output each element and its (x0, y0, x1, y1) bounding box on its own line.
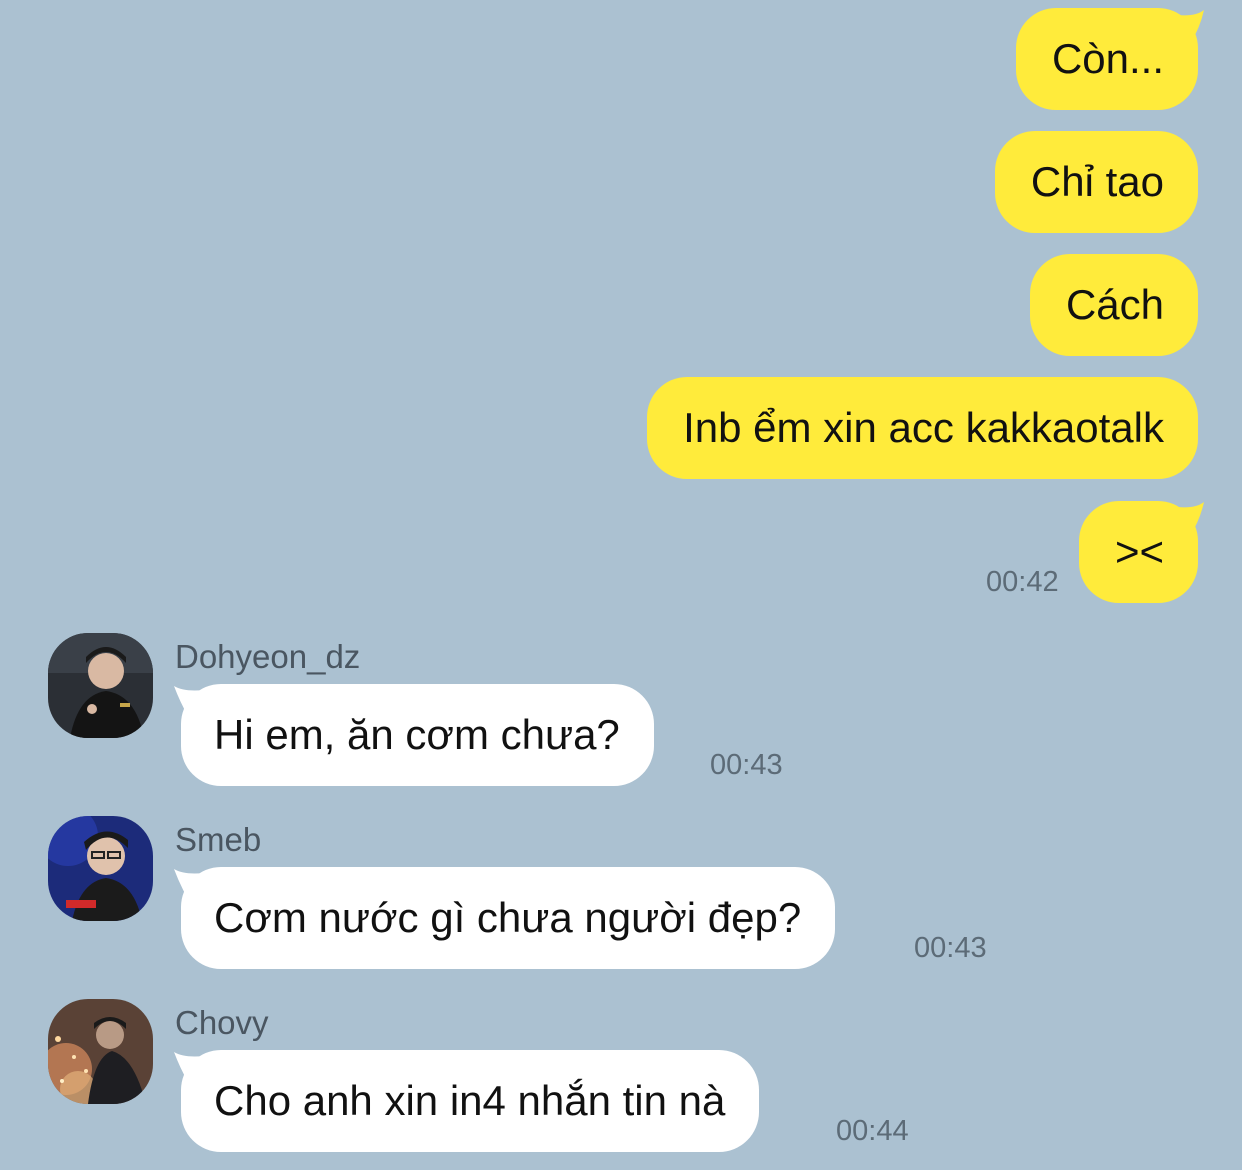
sender-name: Chovy (175, 1004, 269, 1041)
message-text: >< (1114, 528, 1164, 575)
incoming-message[interactable]: Cho anh xin in4 nhắn tin nà (181, 1050, 760, 1152)
message-text: Cách (1065, 281, 1164, 328)
avatar[interactable] (48, 633, 153, 738)
chat-message-list[interactable]: Còn... Chỉ tao Cách Inb ểm xin acc kakka… (0, 0, 1242, 1170)
profile-photo-dohyeon-icon (48, 633, 153, 738)
outgoing-message[interactable]: Còn... (1015, 8, 1198, 110)
message-text: Còn... (1051, 35, 1164, 82)
avatar[interactable] (48, 999, 153, 1104)
incoming-message[interactable]: Cơm nước gì chưa người đẹp? (181, 867, 836, 969)
sender-name: Smeb (175, 821, 262, 858)
avatar[interactable] (48, 816, 153, 921)
outgoing-message[interactable]: Cách (1029, 254, 1198, 356)
message-timestamp: 00:43 (914, 932, 987, 964)
incoming-message[interactable]: Hi em, ăn cơm chưa? (181, 684, 654, 786)
message-text: Cơm nước gì chưa người đẹp? (214, 894, 802, 941)
outgoing-message[interactable]: Inb ểm xin acc kakkaotalk (647, 377, 1198, 479)
message-text: Chỉ tao (1030, 158, 1164, 205)
message-text: Cho anh xin in4 nhắn tin nà (214, 1077, 726, 1124)
profile-photo-chovy-icon (48, 999, 153, 1104)
outgoing-message[interactable]: >< (1078, 501, 1198, 603)
message-timestamp: 00:44 (836, 1115, 909, 1147)
message-timestamp: 00:43 (710, 749, 783, 781)
outgoing-message[interactable]: Chỉ tao (994, 131, 1198, 233)
message-text: Inb ểm xin acc kakkaotalk (683, 404, 1164, 451)
message-text: Hi em, ăn cơm chưa? (214, 711, 620, 758)
message-timestamp: 00:42 (986, 566, 1059, 598)
sender-name: Dohyeon_dz (175, 638, 361, 675)
profile-photo-smeb-icon (48, 816, 153, 921)
